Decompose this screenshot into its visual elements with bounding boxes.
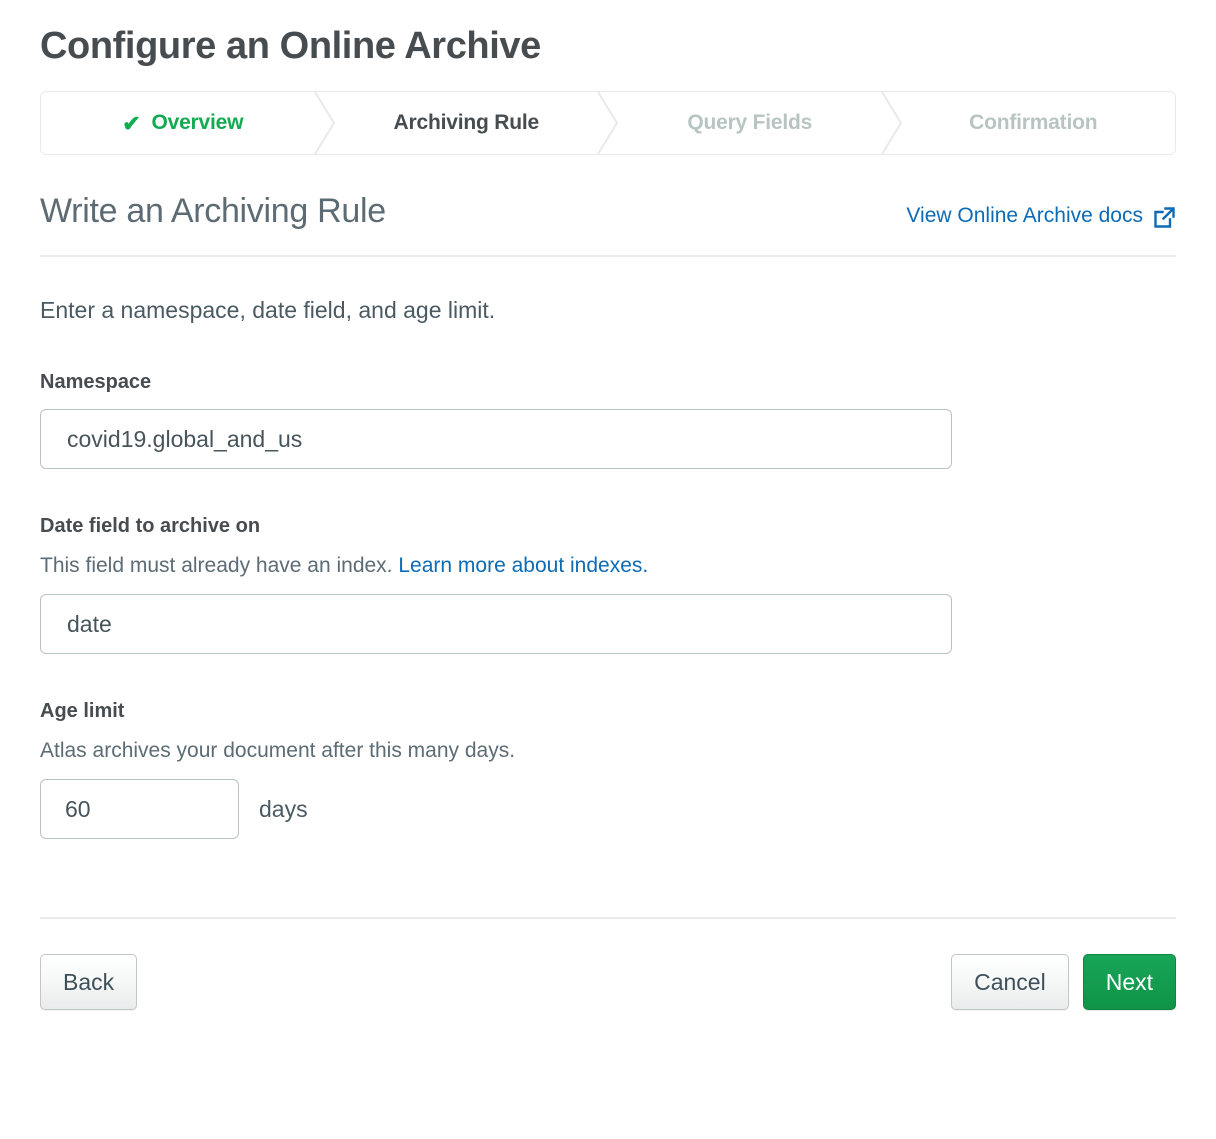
stepper-step-overview[interactable]: ✔ Overview bbox=[41, 92, 325, 154]
age-limit-label: Age limit bbox=[40, 698, 1176, 724]
cancel-button[interactable]: Cancel bbox=[951, 954, 1069, 1010]
footer-right-actions: Cancel Next bbox=[951, 954, 1176, 1010]
wizard-stepper: ✔ Overview Archiving Rule Query Fields bbox=[40, 91, 1176, 155]
page-title: Configure an Online Archive bbox=[40, 0, 1176, 70]
configure-online-archive-page: Configure an Online Archive ✔ Overview A… bbox=[0, 0, 1216, 1139]
date-field-help: This field must already have an index. L… bbox=[40, 552, 1176, 580]
stepper-step-archiving-rule[interactable]: Archiving Rule bbox=[325, 92, 609, 154]
date-field-label: Date field to archive on bbox=[40, 513, 1176, 539]
stepper-step-label: Archiving Rule bbox=[394, 111, 539, 135]
docs-link-label: View Online Archive docs bbox=[906, 204, 1143, 228]
age-limit-unit-label: days bbox=[259, 796, 308, 823]
stepper-step-query-fields[interactable]: Query Fields bbox=[608, 92, 892, 154]
back-button[interactable]: Back bbox=[40, 954, 137, 1010]
section-header: Write an Archiving Rule View Online Arch… bbox=[40, 191, 1176, 231]
date-field-help-text: This field must already have an index. bbox=[40, 554, 393, 577]
check-icon: ✔ bbox=[122, 113, 140, 135]
header-divider bbox=[40, 255, 1176, 257]
wizard-footer: Back Cancel Next bbox=[40, 954, 1176, 1010]
date-field-input[interactable] bbox=[40, 594, 952, 654]
stepper-step-label: Overview bbox=[151, 111, 243, 135]
footer-divider bbox=[40, 917, 1176, 919]
stepper-step-label: Query Fields bbox=[687, 111, 812, 135]
namespace-input[interactable] bbox=[40, 409, 952, 469]
view-online-archive-docs-link[interactable]: View Online Archive docs bbox=[906, 204, 1176, 228]
next-button[interactable]: Next bbox=[1083, 954, 1176, 1010]
age-limit-input[interactable] bbox=[40, 779, 239, 839]
external-link-icon bbox=[1152, 206, 1176, 230]
learn-more-about-indexes-link[interactable]: Learn more about indexes. bbox=[398, 554, 648, 577]
section-title: Write an Archiving Rule bbox=[40, 191, 386, 231]
form-intro-text: Enter a namespace, date field, and age l… bbox=[40, 295, 1176, 325]
namespace-label: Namespace bbox=[40, 369, 1176, 395]
age-limit-help-text: Atlas archives your document after this … bbox=[40, 737, 1176, 765]
stepper-step-label: Confirmation bbox=[969, 111, 1097, 135]
age-limit-row: days bbox=[40, 765, 1176, 839]
stepper-step-confirmation[interactable]: Confirmation bbox=[892, 92, 1176, 154]
